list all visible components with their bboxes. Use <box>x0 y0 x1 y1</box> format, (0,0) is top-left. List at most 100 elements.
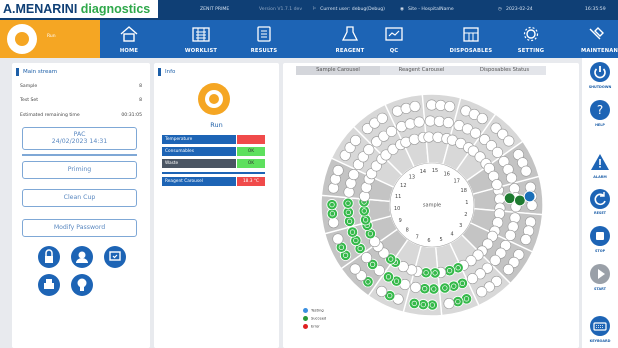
sample-position <box>503 135 515 147</box>
sector-number: 16 <box>444 171 450 177</box>
sample-tube-succeed <box>346 226 359 238</box>
legend-testing: Testing <box>303 308 324 313</box>
sample-position <box>504 229 516 241</box>
alarm-button[interactable] <box>590 152 610 172</box>
nav-disposables[interactable]: DISPOSABLES <box>428 20 514 58</box>
info-divider <box>162 172 265 174</box>
sample-position <box>376 285 388 297</box>
sector-number: 14 <box>420 169 426 175</box>
sector-number: 9 <box>399 218 402 224</box>
top-bar: A.MENARINI diagnostics ZENIT PRIME Versi… <box>0 0 618 20</box>
sample-position <box>489 254 501 266</box>
setting-icon <box>523 26 539 42</box>
keyboard-button[interactable] <box>590 316 610 336</box>
sample-position <box>506 172 518 184</box>
sample-position <box>361 252 373 264</box>
reagent-icon <box>341 26 359 41</box>
sector-number: 6 <box>427 238 430 244</box>
sample-position <box>348 169 360 181</box>
sample-position <box>491 179 503 191</box>
status-area: Run HOME <box>0 20 158 58</box>
sample-position <box>443 298 455 310</box>
info-title: Info <box>158 68 175 76</box>
sample-position <box>350 134 362 146</box>
lock-icon <box>45 249 53 263</box>
worklist-icon <box>192 27 210 42</box>
bulb-button[interactable] <box>71 274 93 296</box>
sector-number: 17 <box>454 178 460 184</box>
help-icon: ? <box>597 103 603 117</box>
pac-button[interactable]: PAC 24/02/2023 14:31 <box>22 127 137 150</box>
tab-sample-carousel[interactable]: Sample Carousel <box>296 66 380 75</box>
qc-icon <box>385 27 403 41</box>
alarm-icon <box>591 154 609 170</box>
user-button[interactable] <box>71 246 93 268</box>
nav-qc[interactable]: QC <box>362 20 426 58</box>
remaining-time-row: Estimated remaining time 00:31:05 <box>20 113 142 118</box>
sample-tube-succeed <box>419 283 431 295</box>
sample-position <box>343 186 355 198</box>
sample-position <box>509 212 521 224</box>
legend-succeed: Succeed <box>303 316 326 321</box>
modify-password-button[interactable]: Modify Password <box>22 219 137 237</box>
brand-logo: A.MENARINI diagnostics <box>0 0 158 20</box>
location-icon: ◉ <box>400 7 405 12</box>
temperature-bar: Temperature <box>162 135 272 144</box>
print-button[interactable] <box>38 274 60 296</box>
consumables-bar: Consumables OK <box>162 147 272 156</box>
stop-icon <box>596 232 604 240</box>
nav-home[interactable]: HOME <box>100 20 158 58</box>
screen-button[interactable] <box>104 246 126 268</box>
sector-number: 2 <box>464 212 467 218</box>
waste-bar: Waste OK <box>162 159 272 168</box>
sample-position <box>433 115 445 127</box>
sector-number: 4 <box>450 232 453 238</box>
sample-position <box>502 264 514 276</box>
current-user: ⚐ Current user: debug(Debug) <box>312 0 385 20</box>
shutdown-button[interactable] <box>590 62 610 82</box>
sample-position <box>520 165 532 177</box>
home-icon <box>120 26 138 42</box>
divider <box>22 154 137 156</box>
priming-button[interactable]: Priming <box>22 161 137 179</box>
version-text: Version V1.7.1 dev <box>259 7 303 12</box>
start-button[interactable] <box>590 264 610 284</box>
tab-disposables-status[interactable]: Disposables Status <box>463 66 546 75</box>
nav-maintenance[interactable]: MAINTENANCE <box>572 20 618 58</box>
lock-button[interactable] <box>38 246 60 268</box>
sample-position <box>332 233 344 245</box>
stop-button[interactable] <box>590 226 610 246</box>
sector-number: 10 <box>394 206 400 212</box>
sample-tube-testing <box>503 192 516 205</box>
sample-position <box>442 117 454 129</box>
sample-position <box>410 281 422 293</box>
svg-text:?: ? <box>597 103 603 117</box>
printer-icon <box>44 279 54 289</box>
nav-results[interactable]: RESULTS <box>228 20 300 58</box>
disposables-icon <box>463 27 479 42</box>
sample-position <box>491 146 503 158</box>
sector-number: 3 <box>459 223 462 229</box>
run-status-label: Run <box>47 34 56 39</box>
sample-position <box>376 112 388 124</box>
sample-position <box>349 263 361 275</box>
main-stream-title: Main stream <box>16 68 57 76</box>
sample-tube-succeed <box>408 297 420 310</box>
main-stream-panel: Main stream Sample 8 Test Set 8 Estimated … <box>12 63 150 348</box>
clean-cup-button[interactable]: Clean Cup <box>22 189 137 207</box>
right-sidebar: SHUTDOWN ? HELP ALARM RESET STOP START K… <box>582 58 618 348</box>
info-panel: Info Run <box>154 63 279 348</box>
sample-position <box>413 116 425 128</box>
sample-carousel[interactable]: sample 1234567891011121314 15161718 <box>312 77 552 347</box>
run-status-icon <box>7 24 37 54</box>
flag-icon: ⚐ <box>312 7 317 12</box>
reset-icon <box>594 192 606 206</box>
nav-setting[interactable]: SETTING <box>506 20 556 58</box>
instrument-name: ZENIT PRIME <box>200 7 230 12</box>
tab-reagent-carousel[interactable]: Reagent Carousel <box>380 66 463 75</box>
sample-row: Sample 8 <box>20 84 142 89</box>
sample-tube-succeed <box>382 271 395 283</box>
reset-button[interactable] <box>590 189 610 209</box>
sample-tube-succeed <box>342 197 354 209</box>
help-button[interactable]: ? <box>590 100 610 120</box>
